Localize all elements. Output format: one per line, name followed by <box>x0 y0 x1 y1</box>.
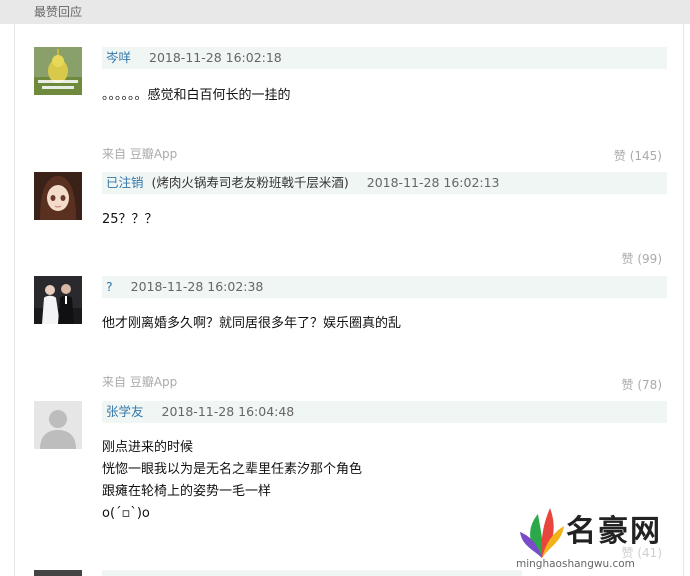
comment-time: 2018-11-28 16:04:48 <box>161 404 295 419</box>
author-group: (烤肉火锅寿司老友粉班戟千层米酒) <box>151 175 349 190</box>
comment-time: 2018-11-28 16:02:13 <box>366 175 500 190</box>
frame-border-right <box>683 24 684 576</box>
site-watermark: 名豪网 minghaoshangwu.com <box>510 496 690 576</box>
comment-line: o(´▫`)o <box>102 506 150 521</box>
comment-line: 。。。。。。感觉和白百何长的一挂的 <box>102 88 291 103</box>
vote-button[interactable]: 赞 (78) <box>560 376 662 393</box>
anime-girl-avatar-image <box>34 172 82 220</box>
comment-content: 他才刚离婚多久啊？就同居很多年了？娱乐圈真的乱 <box>102 313 401 335</box>
comment-meta: 已注销 (烤肉火锅寿司老友粉班戟千层米酒) 2018-11-28 16:02:1… <box>102 172 667 194</box>
comment-content: 25？？？ <box>102 209 158 231</box>
avatar[interactable] <box>34 401 82 449</box>
vote-button[interactable]: 赞 (145) <box>560 147 662 164</box>
default-user-avatar-icon <box>34 401 82 449</box>
comment-line: 跟瘫在轮椅上的姿势一毛一样 <box>102 484 272 499</box>
comment-line: 他才刚离婚多久啊？就同居很多年了？娱乐圈真的乱 <box>102 316 402 331</box>
comment-line: 恍惚一眼我以为是无名之辈里任素汐那个角色 <box>102 462 363 477</box>
frame-border-left <box>14 24 15 576</box>
comment-content: 刚点进来的时候 恍惚一眼我以为是无名之辈里任素汐那个角色 跟瘫在轮椅上的姿势一毛… <box>102 437 362 525</box>
comments-page: 最赞回应 岑咩 2018-11-28 16:02:18 。。。。。。感觉和白百何… <box>0 0 690 576</box>
comment-time: 2018-11-28 16:02:18 <box>149 50 282 65</box>
comment-source: 来自 豆瓣App <box>102 147 178 161</box>
vote-button[interactable]: 赞 (99) <box>560 250 662 267</box>
wedding-photo-avatar-image <box>34 276 82 324</box>
watermark-leaf-logo-icon <box>520 508 564 558</box>
comment-content: 。。。。。。感觉和白百何长的一挂的 <box>102 85 291 107</box>
comment-meta: ? 2018-11-28 16:02:38 <box>102 276 667 298</box>
author-link[interactable]: 张学友 <box>102 404 144 419</box>
comment-source: 来自 豆瓣App <box>102 375 178 389</box>
comment-meta: 张学友 2018-11-28 16:04:48 <box>102 401 667 423</box>
avatar[interactable] <box>34 276 82 324</box>
comment-line: 刚点进来的时候 <box>102 440 194 455</box>
author-link[interactable]: 已注销 <box>102 175 144 190</box>
comment-line: 25？？？ <box>102 212 158 227</box>
avatar[interactable] <box>34 47 82 95</box>
teletubby-avatar-image <box>34 47 82 95</box>
comment-meta <box>102 570 522 576</box>
watermark-title: 名豪网 <box>566 514 662 549</box>
comment-meta: 岑咩 2018-11-28 16:02:18 <box>102 47 667 69</box>
comment-time: 2018-11-28 16:02:38 <box>130 279 264 294</box>
avatar[interactable] <box>34 570 82 576</box>
watermark-url: minghaoshangwu.com <box>516 558 635 570</box>
section-title: 最赞回应 <box>0 0 690 24</box>
author-link[interactable]: 岑咩 <box>102 50 131 65</box>
avatar[interactable] <box>34 172 82 220</box>
author-link[interactable]: ? <box>102 279 113 294</box>
